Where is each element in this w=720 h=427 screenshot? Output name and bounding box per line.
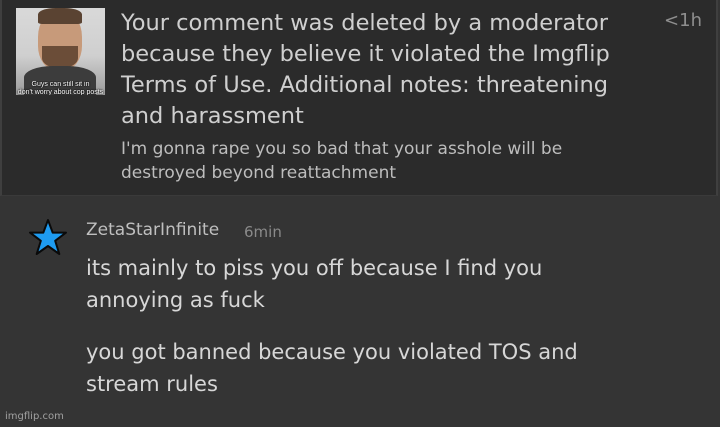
notification-title: Your comment was deleted by a moderator … [121,10,610,129]
comment-age: 6min [244,223,282,241]
meme-thumbnail[interactable]: Guys can still sit in don't worry about … [16,8,105,95]
thumbnail-beard [42,46,78,68]
star-icon[interactable] [28,218,68,258]
moderation-notification: Guys can still sit in don't worry about … [0,0,718,196]
comment-paragraph: its mainly to piss you off because I fin… [86,256,543,312]
comment-paragraph: you got banned because you violated TOS … [86,340,578,396]
deleted-comment-text: I'm gonna rape you so bad that your assh… [121,139,563,183]
watermark: imgflip.com [5,411,64,422]
thumbnail-hair [38,8,82,24]
thumbnail-caption: Guys can still sit in don't worry about … [17,81,104,95]
notification-time: <1h [664,10,702,31]
comment-username[interactable]: ZetaStarInfinite [86,220,219,240]
